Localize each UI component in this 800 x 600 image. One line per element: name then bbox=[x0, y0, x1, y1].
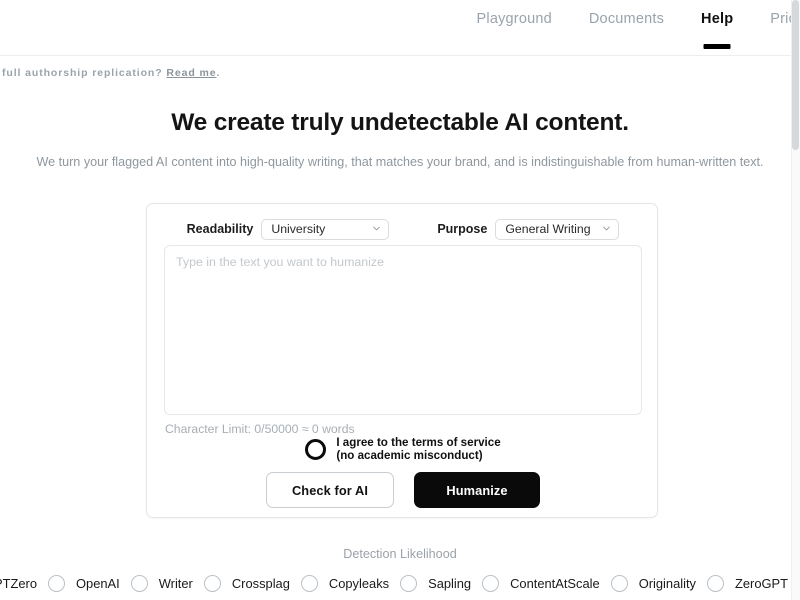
nav-links: Playground Documents Help Pricing bbox=[475, 0, 800, 56]
nav-link-help-label: Help bbox=[701, 11, 734, 27]
detector-status-indicator-crossplag bbox=[300, 574, 318, 592]
announcement-suffix: . bbox=[216, 67, 221, 79]
detector-name-originality: Originality bbox=[638, 575, 696, 591]
purpose-selected-value: General Writing bbox=[505, 222, 591, 236]
detector-status-indicator-gptzero bbox=[48, 574, 65, 592]
purpose-select[interactable]: General Writing bbox=[495, 218, 620, 240]
page-scrollbar-track[interactable] bbox=[791, 0, 800, 600]
humanize-text-input[interactable] bbox=[164, 245, 642, 415]
chevron-down-icon bbox=[603, 225, 611, 232]
detector-name-copyleaks: Copyleaks bbox=[328, 575, 390, 591]
purpose-label: Purpose bbox=[437, 222, 488, 236]
humanize-button[interactable]: Humanize bbox=[414, 472, 540, 508]
terms-agree-line-1: I agree to the terms of service bbox=[336, 436, 501, 449]
terms-agree-line-2: (no academic misconduct) bbox=[336, 448, 483, 462]
readability-select[interactable]: University bbox=[261, 218, 390, 240]
character-limit-counter: Character Limit: 0/50000 ≈ 0 words bbox=[165, 422, 355, 436]
announcement-message: full authorship replication? bbox=[2, 67, 163, 79]
terms-agree-checkbox[interactable] bbox=[305, 439, 327, 461]
detection-likelihood-title: Detection Likelihood bbox=[343, 547, 457, 561]
active-tab-indicator bbox=[703, 44, 731, 49]
textarea-wrapper bbox=[164, 245, 642, 415]
announcement-banner: full authorship replication? Read me. bbox=[0, 56, 800, 90]
nav-link-documents[interactable]: Documents bbox=[587, 10, 666, 28]
announcement-text: full authorship replication? Read me. bbox=[0, 67, 220, 79]
action-buttons-row: Check for AI Humanize bbox=[147, 472, 659, 508]
check-for-ai-label: Check for AI bbox=[291, 482, 369, 498]
readability-label: Readability bbox=[186, 222, 254, 236]
page-scrollbar-thumb[interactable] bbox=[792, 0, 799, 150]
hero-section: We create truly undetectable AI content.… bbox=[0, 106, 800, 171]
nav-link-playground[interactable]: Playground bbox=[475, 10, 554, 28]
detector-name-gptzero: GPTZero bbox=[0, 575, 37, 591]
check-for-ai-button[interactable]: Check for AI bbox=[266, 472, 394, 508]
detector-status-indicator-openai bbox=[130, 574, 148, 592]
detector-name-contentatscale: ContentAtScale bbox=[510, 575, 600, 591]
nav-link-documents-label: Documents bbox=[588, 11, 665, 27]
options-row: Readability University Purpose General W… bbox=[147, 214, 659, 244]
detector-list: GPTZero OpenAI Writer Crossplag Copyleak… bbox=[0, 570, 800, 596]
detector-status-indicator-sapling bbox=[482, 574, 500, 592]
terms-agree-label[interactable]: I agree to the terms of service (no acad… bbox=[336, 436, 501, 462]
detector-name-zerogpt: ZeroGPT bbox=[735, 575, 789, 591]
page-subtitle: We turn your flagged AI content into hig… bbox=[36, 155, 764, 169]
detector-name-openai: OpenAI bbox=[76, 575, 120, 591]
detector-status-indicator-contentatscale bbox=[610, 574, 628, 592]
detector-name-crossplag: Crossplag bbox=[231, 575, 290, 591]
detector-status-indicator-originality bbox=[707, 574, 724, 592]
chevron-down-icon bbox=[373, 225, 381, 232]
terms-row: I agree to the terms of service (no acad… bbox=[147, 436, 659, 462]
nav-link-help[interactable]: Help bbox=[699, 10, 735, 49]
detector-name-writer: Writer bbox=[158, 575, 193, 591]
humanize-label: Humanize bbox=[446, 482, 508, 498]
nav-link-playground-label: Playground bbox=[476, 11, 552, 27]
readability-group: Readability University bbox=[186, 218, 390, 240]
detector-status-indicator-copyleaks bbox=[400, 574, 418, 592]
top-navbar: Playground Documents Help Pricing bbox=[0, 0, 800, 56]
humanizer-card: Readability University Purpose General W… bbox=[146, 203, 658, 518]
purpose-group: Purpose General Writing bbox=[437, 218, 620, 240]
page-title: We create truly undetectable AI content. bbox=[171, 109, 629, 136]
announcement-read-me-link[interactable]: Read me bbox=[166, 67, 216, 79]
readability-selected-value: University bbox=[271, 222, 326, 236]
detector-name-sapling: Sapling bbox=[428, 575, 472, 591]
detector-status-indicator-writer bbox=[203, 574, 221, 592]
